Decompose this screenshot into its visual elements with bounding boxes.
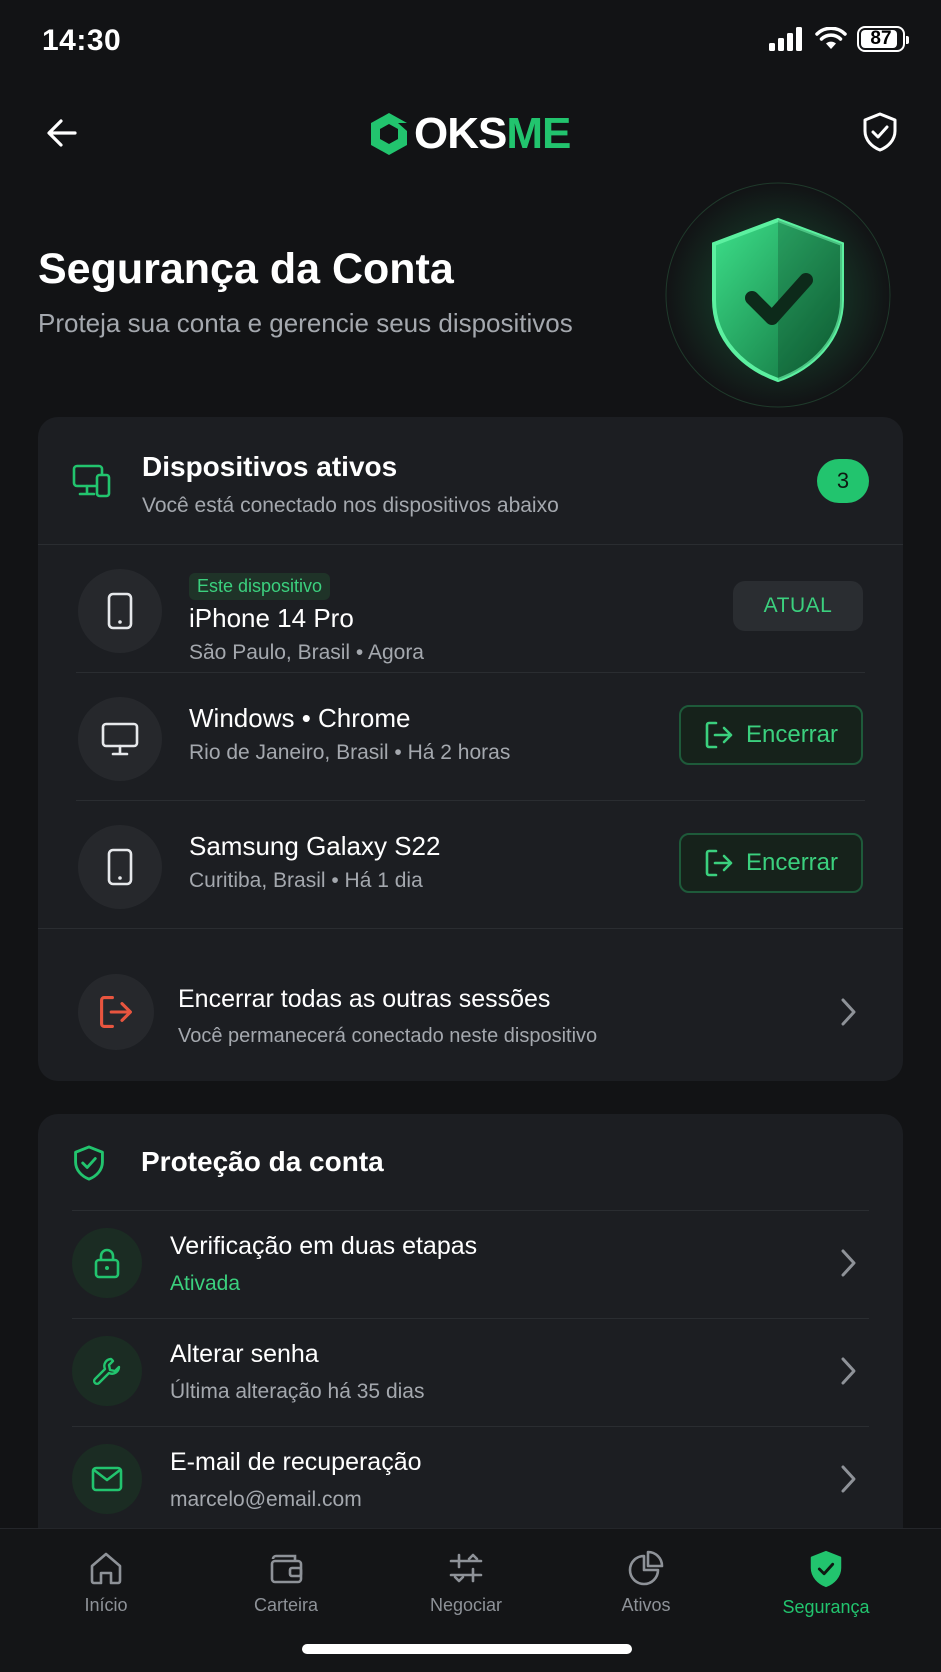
- page-title: Segurança da Conta: [38, 245, 454, 293]
- chevron-right-icon: [833, 1356, 863, 1386]
- page-subtitle: Proteja sua conta e gerencie seus dispos…: [38, 308, 573, 338]
- end-session-label: Encerrar: [745, 849, 839, 876]
- prot-icon-circle: [72, 1228, 142, 1298]
- lock-icon: [94, 1248, 120, 1279]
- logout-red-icon: [100, 996, 132, 1028]
- account-protection-header: Proteção da conta: [38, 1114, 903, 1210]
- nav-item-seguranca[interactable]: Segurança: [746, 1549, 906, 1629]
- device-meta: Curitiba, Brasil • Há 1 dia: [189, 869, 423, 892]
- devices-icon: [72, 464, 111, 498]
- wrench-icon: [92, 1357, 121, 1386]
- recovery-email-row[interactable]: E-mail de recuperação marcelo@email.com: [38, 1426, 903, 1534]
- monitor-icon: [101, 722, 139, 756]
- shield-check-icon: [74, 1145, 104, 1181]
- signal-icon: [769, 27, 802, 51]
- device-meta: Rio de Janeiro, Brasil • Há 2 horas: [189, 741, 511, 764]
- end-all-sessions-row[interactable]: Encerrar todas as outras sessões Você pe…: [38, 944, 903, 1081]
- device-count-badge: 3: [817, 459, 869, 503]
- active-devices-card: Dispositivos ativos Você está conectado …: [38, 417, 903, 1081]
- shield-check-icon: [863, 112, 897, 152]
- nav-item-ativos[interactable]: Ativos: [566, 1549, 726, 1629]
- device-icon-circle: [78, 825, 162, 909]
- nav-item-carteira[interactable]: Carteira: [206, 1549, 366, 1629]
- wifi-icon: [815, 27, 847, 49]
- device-icon-circle: [78, 697, 162, 781]
- oksme-logo: OKSME: [368, 109, 571, 159]
- security-screen: 14:30 87 OKSME Segurança da Conta Protej…: [0, 0, 941, 1672]
- this-device-tag: Este dispositivo: [189, 573, 331, 600]
- prot-icon-circle: [72, 1444, 142, 1514]
- active-devices-title: Dispositivos ativos: [142, 451, 398, 482]
- prot-item-title: E-mail de recuperação: [170, 1448, 422, 1476]
- mail-icon: [91, 1466, 123, 1492]
- logo-mark-icon: [371, 113, 407, 155]
- chevron-right-icon: [833, 1464, 863, 1494]
- logout-icon: [705, 849, 733, 877]
- prot-icon-circle: [72, 1336, 142, 1406]
- nav-label: Negociar: [429, 1595, 503, 1615]
- two-step-verification-row[interactable]: Verificação em duas etapas Ativada: [38, 1210, 903, 1318]
- battery-level: 87: [870, 28, 892, 49]
- status-bar: 14:30 87: [0, 0, 941, 86]
- change-password-row[interactable]: Alterar senha Última alteração há 35 dia…: [38, 1318, 903, 1426]
- back-button[interactable]: [38, 109, 86, 157]
- battery-indicator: 87: [857, 26, 909, 52]
- nav-label: Ativos: [621, 1595, 671, 1615]
- status-icons: 87: [769, 26, 909, 52]
- account-protection-title: Proteção da conta: [141, 1146, 384, 1177]
- nav-label: Carteira: [253, 1595, 319, 1615]
- nav-item-negociar[interactable]: Negociar: [386, 1549, 546, 1629]
- prot-item-subtitle: Última alteração há 35 dias: [170, 1380, 425, 1403]
- chevron-right-icon: [833, 997, 863, 1027]
- home-icon: [90, 1552, 122, 1585]
- prot-item-status: Ativada: [170, 1272, 241, 1295]
- trade-icon: [449, 1553, 483, 1583]
- end-all-subtitle: Você permanecerá conectado neste disposi…: [178, 1025, 598, 1047]
- end-all-icon-circle: [78, 974, 154, 1050]
- arrow-left-icon: [47, 119, 77, 147]
- nav-label: Segurança: [782, 1597, 870, 1617]
- nav-label: Início: [84, 1595, 128, 1615]
- pie-chart-icon: [628, 1550, 664, 1586]
- home-indicator: [302, 1644, 632, 1654]
- app-header: OKSME: [0, 95, 941, 171]
- smartphone-icon: [107, 592, 133, 630]
- device-row-iphone: Este dispositivo iPhone 14 Pro São Paulo…: [38, 545, 903, 673]
- chevron-right-icon: [833, 1248, 863, 1278]
- device-icon-circle: [78, 569, 162, 653]
- device-row-samsung: Samsung Galaxy S22 Curitiba, Brasil • Há…: [38, 801, 903, 929]
- security-shield-button[interactable]: [855, 107, 905, 157]
- wallet-icon: [270, 1554, 303, 1584]
- smartphone-icon: [107, 848, 133, 886]
- prot-item-title: Verificação em duas etapas: [170, 1232, 478, 1260]
- nav-item-inicio[interactable]: Início: [26, 1549, 186, 1629]
- end-session-button[interactable]: Encerrar: [679, 705, 863, 765]
- end-all-title: Encerrar todas as outras sessões: [178, 985, 551, 1013]
- device-name: iPhone 14 Pro: [189, 603, 354, 633]
- active-devices-subtitle: Você está conectado nos dispositivos aba…: [142, 494, 559, 517]
- end-session-label: Encerrar: [745, 721, 839, 748]
- device-meta: São Paulo, Brasil • Agora: [189, 641, 424, 664]
- end-session-button[interactable]: Encerrar: [679, 833, 863, 893]
- device-row-windows: Windows • Chrome Rio de Janeiro, Brasil …: [38, 673, 903, 801]
- active-devices-header: Dispositivos ativos Você está conectado …: [38, 417, 903, 545]
- current-device-badge: ATUAL: [733, 581, 863, 631]
- status-time: 14:30: [42, 24, 122, 57]
- shield-icon: [810, 1550, 842, 1588]
- logo-text: OKSME: [414, 109, 571, 158]
- shield-hero-icon: [665, 182, 891, 408]
- prot-item-subtitle: marcelo@email.com: [170, 1488, 362, 1511]
- logout-icon: [705, 721, 733, 749]
- device-name: Windows • Chrome: [189, 703, 411, 733]
- prot-item-title: Alterar senha: [170, 1340, 319, 1368]
- device-name: Samsung Galaxy S22: [189, 831, 441, 861]
